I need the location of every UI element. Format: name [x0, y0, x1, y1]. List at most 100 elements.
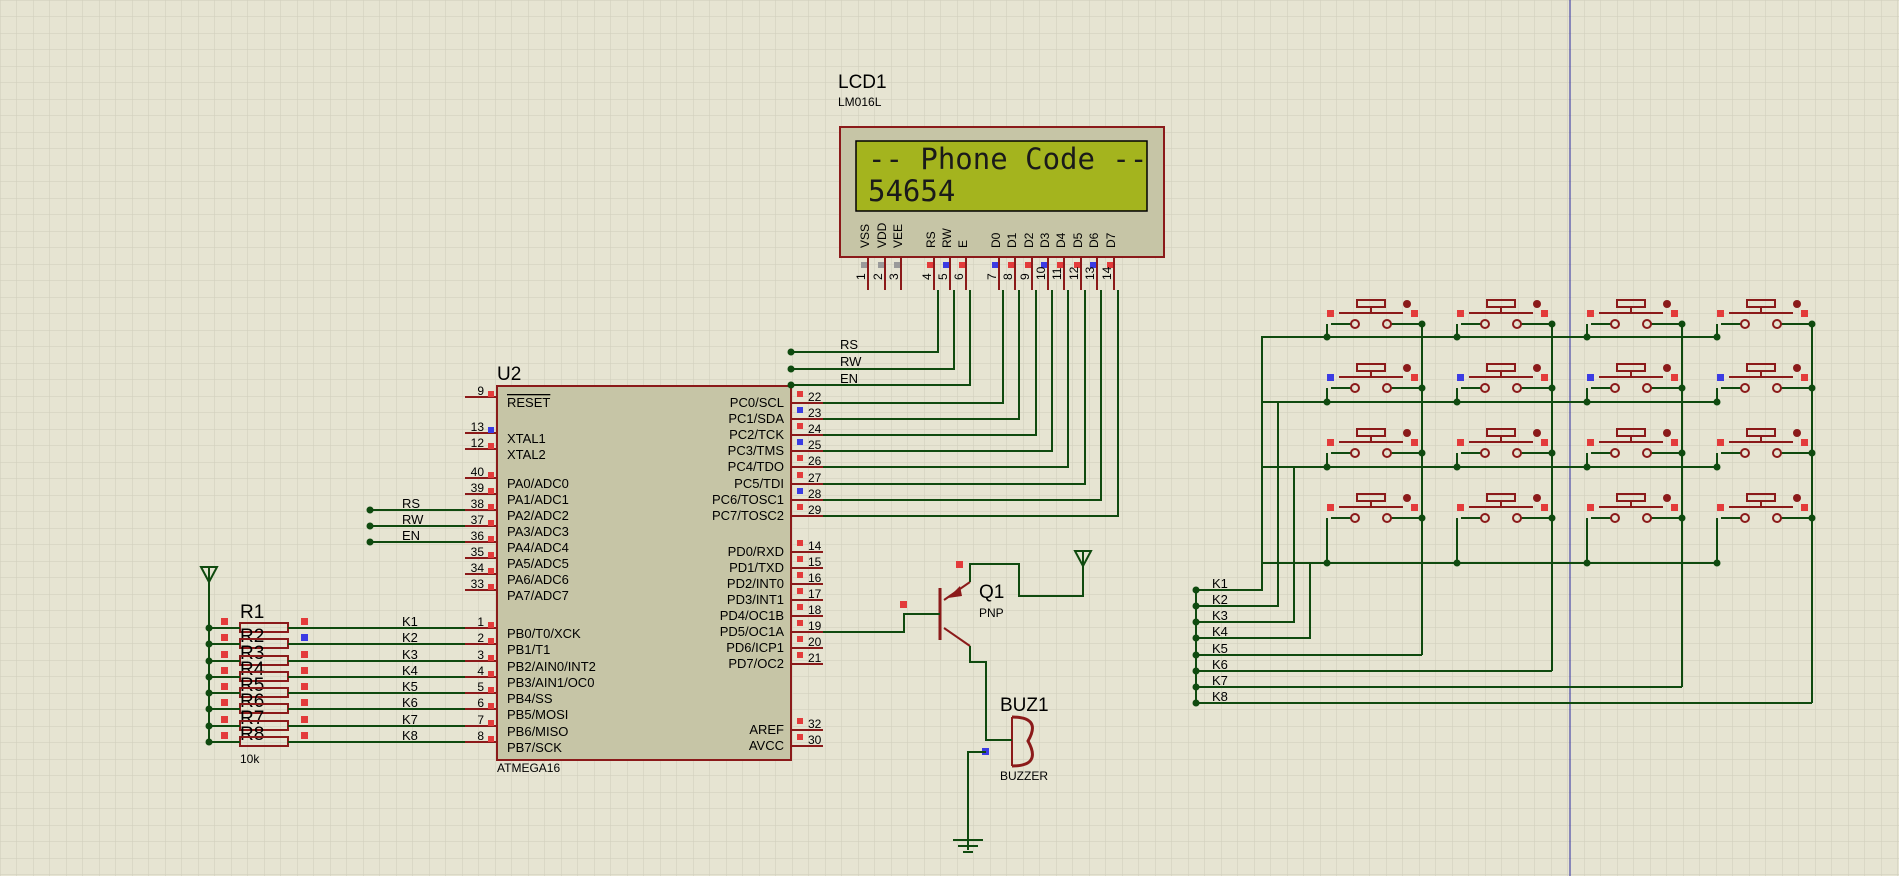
- resistor-pin-right[interactable]: [301, 716, 308, 723]
- resistor-pin-right[interactable]: [301, 651, 308, 658]
- transistor-pin-base[interactable]: [900, 601, 907, 608]
- mcu-left-pin-marker[interactable]: [488, 687, 494, 693]
- keypad-pin-left[interactable]: [1457, 310, 1464, 317]
- resistor-pin-right[interactable]: [301, 683, 308, 690]
- transistor-pin-emitter[interactable]: [956, 561, 963, 568]
- mcu-left-pin-marker[interactable]: [488, 736, 494, 742]
- mcu-right-pin-marker[interactable]: [797, 734, 803, 740]
- keypad-pin-left[interactable]: [1457, 374, 1464, 381]
- mcu-left-pin-marker[interactable]: [488, 671, 494, 677]
- lcd-pin-marker[interactable]: [878, 262, 884, 268]
- keypad-pin-right[interactable]: [1671, 504, 1678, 511]
- schematic-canvas[interactable]: LCD1 LM016L -- Phone Code -- 54654 VSS1V…: [0, 0, 1899, 876]
- mcu-left-pin-marker[interactable]: [488, 655, 494, 661]
- keypad-pin-right[interactable]: [1411, 374, 1418, 381]
- mcu-left-pin-marker[interactable]: [488, 720, 494, 726]
- mcu-left-pin-marker[interactable]: [488, 552, 494, 558]
- keypad-pin-right[interactable]: [1541, 439, 1548, 446]
- mcu-left-pin-marker[interactable]: [488, 536, 494, 542]
- keypad-pin-right[interactable]: [1801, 439, 1808, 446]
- keypad-pin-left[interactable]: [1717, 439, 1724, 446]
- resistor-pin-right[interactable]: [301, 699, 308, 706]
- keypad-pin-right[interactable]: [1671, 374, 1678, 381]
- resistor-pin-left[interactable]: [221, 651, 228, 658]
- keypad-pin-left[interactable]: [1717, 374, 1724, 381]
- mcu-left-pin-marker[interactable]: [488, 472, 494, 478]
- keypad-pin-left[interactable]: [1587, 374, 1594, 381]
- resistor-pin-left[interactable]: [221, 667, 228, 674]
- lcd-pin-marker[interactable]: [992, 262, 998, 268]
- resistor-pin-left[interactable]: [221, 634, 228, 641]
- microcontroller[interactable]: U2 ATMEGA16 9RESET13XTAL112XTAL240PA0/AD…: [465, 364, 823, 775]
- keypad-pin-left[interactable]: [1327, 504, 1334, 511]
- lcd-pin-marker[interactable]: [1025, 262, 1031, 268]
- keypad-pin-right[interactable]: [1411, 504, 1418, 511]
- keypad-pin-left[interactable]: [1327, 439, 1334, 446]
- keypad-pin-left[interactable]: [1717, 504, 1724, 511]
- mcu-right-pin-marker[interactable]: [797, 455, 803, 461]
- mcu-left-pin-marker[interactable]: [488, 504, 494, 510]
- keypad-pin-left[interactable]: [1587, 504, 1594, 511]
- mcu-right-pin-marker[interactable]: [797, 423, 803, 429]
- mcu-right-pin-marker[interactable]: [797, 407, 803, 413]
- resistor-pin-left[interactable]: [221, 699, 228, 706]
- mcu-left-pin-marker[interactable]: [488, 520, 494, 526]
- keypad-pin-right[interactable]: [1671, 439, 1678, 446]
- lcd-pin-marker[interactable]: [894, 262, 900, 268]
- resistor-pin-right[interactable]: [301, 634, 308, 641]
- mcu-right-pin-marker[interactable]: [797, 620, 803, 626]
- mcu-left-pin-marker[interactable]: [488, 427, 494, 433]
- mcu-right-pin-marker[interactable]: [797, 572, 803, 578]
- mcu-left-pin-marker[interactable]: [488, 584, 494, 590]
- keypad-pin-left[interactable]: [1327, 374, 1334, 381]
- mcu-right-pin-marker[interactable]: [797, 504, 803, 510]
- keypad-pin-left[interactable]: [1327, 310, 1334, 317]
- lcd-pin-marker[interactable]: [927, 262, 933, 268]
- lcd-pin-marker[interactable]: [959, 262, 965, 268]
- junction-dot: [1678, 320, 1686, 328]
- resistor-pin-left[interactable]: [221, 732, 228, 739]
- keypad-pin-right[interactable]: [1671, 310, 1678, 317]
- keypad-pin-right[interactable]: [1411, 310, 1418, 317]
- lcd-pin-marker[interactable]: [861, 262, 867, 268]
- mcu-right-pin-marker[interactable]: [797, 556, 803, 562]
- keypad-pin-right[interactable]: [1801, 374, 1808, 381]
- resistor-pin-left[interactable]: [221, 716, 228, 723]
- lcd-pin-marker[interactable]: [943, 262, 949, 268]
- mcu-right-pin-marker[interactable]: [797, 588, 803, 594]
- resistor-pin-right[interactable]: [301, 732, 308, 739]
- mcu-right-pin-marker[interactable]: [797, 652, 803, 658]
- mcu-right-pin-marker[interactable]: [797, 439, 803, 445]
- keypad-pin-right[interactable]: [1541, 310, 1548, 317]
- mcu-left-pin-marker[interactable]: [488, 488, 494, 494]
- mcu-left-pin-marker[interactable]: [488, 443, 494, 449]
- keypad-pin-right[interactable]: [1541, 374, 1548, 381]
- lcd-pin-marker[interactable]: [1008, 262, 1014, 268]
- mcu-left-pin-marker[interactable]: [488, 703, 494, 709]
- mcu-left-pin-marker[interactable]: [488, 568, 494, 574]
- lcd-pin-marker[interactable]: [1057, 262, 1063, 268]
- mcu-right-pin-marker[interactable]: [797, 604, 803, 610]
- keypad-pin-left[interactable]: [1587, 439, 1594, 446]
- mcu-right-pin-marker[interactable]: [797, 718, 803, 724]
- mcu-right-pin-marker[interactable]: [797, 636, 803, 642]
- resistor-pin-right[interactable]: [301, 667, 308, 674]
- mcu-left-pin-marker[interactable]: [488, 638, 494, 644]
- keypad-pin-left[interactable]: [1457, 504, 1464, 511]
- mcu-left-pin-marker[interactable]: [488, 622, 494, 628]
- keypad-pin-right[interactable]: [1801, 504, 1808, 511]
- keypad-pin-left[interactable]: [1587, 310, 1594, 317]
- mcu-right-pin-marker[interactable]: [797, 488, 803, 494]
- resistor-pin-left[interactable]: [221, 683, 228, 690]
- keypad-pin-right[interactable]: [1541, 504, 1548, 511]
- keypad-pin-left[interactable]: [1457, 439, 1464, 446]
- resistor-pin-right[interactable]: [301, 618, 308, 625]
- mcu-right-pin-marker[interactable]: [797, 540, 803, 546]
- mcu-left-pin-marker[interactable]: [488, 391, 494, 397]
- resistor-pin-left[interactable]: [221, 618, 228, 625]
- keypad-pin-right[interactable]: [1801, 310, 1808, 317]
- keypad-pin-left[interactable]: [1717, 310, 1724, 317]
- mcu-right-pin-marker[interactable]: [797, 391, 803, 397]
- keypad-pin-right[interactable]: [1411, 439, 1418, 446]
- mcu-right-pin-marker[interactable]: [797, 472, 803, 478]
